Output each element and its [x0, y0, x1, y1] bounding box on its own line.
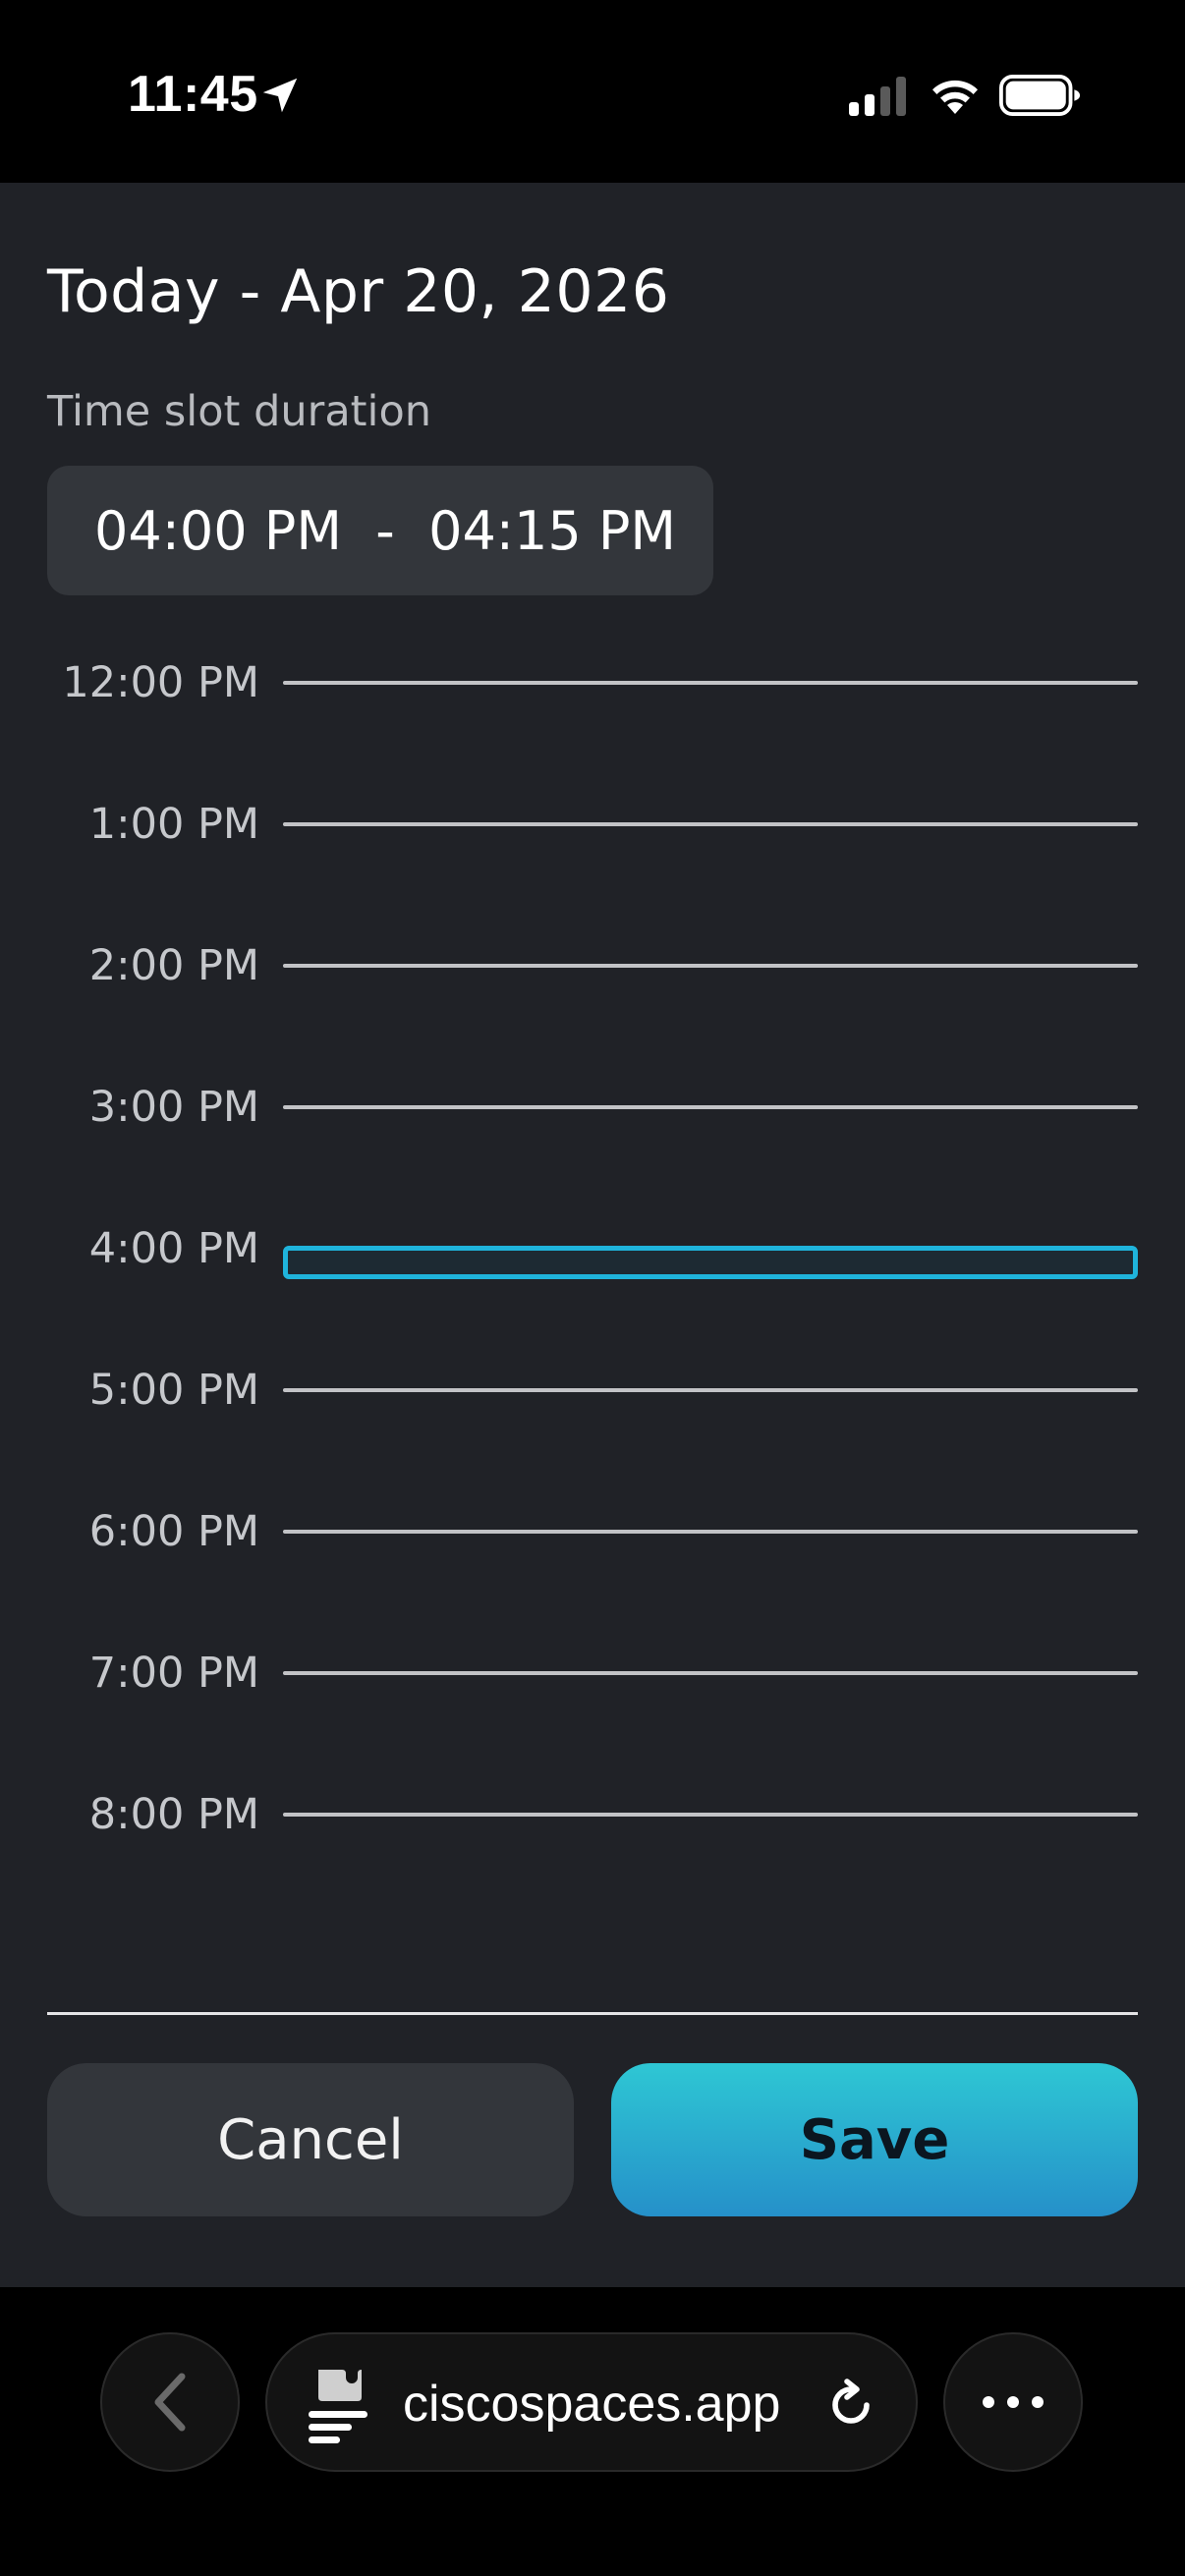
- hour-row-5pm[interactable]: 5:00 PM: [0, 1361, 1185, 1420]
- hour-label: 12:00 PM: [62, 658, 259, 707]
- back-chevron-icon: [154, 2373, 186, 2432]
- page-icon: [309, 2370, 367, 2443]
- selected-time-slot[interactable]: [283, 1246, 1138, 1279]
- hour-row-6pm[interactable]: 6:00 PM: [0, 1502, 1185, 1561]
- hour-label: 8:00 PM: [88, 1790, 259, 1839]
- status-bar: 11:45: [0, 0, 1185, 183]
- save-button[interactable]: Save: [611, 2063, 1138, 2216]
- hour-line: [283, 1388, 1138, 1392]
- hour-label: 5:00 PM: [88, 1366, 259, 1415]
- hour-label: 3:00 PM: [88, 1083, 259, 1132]
- battery-icon: [999, 75, 1081, 116]
- browser-toolbar: ciscospaces.app: [0, 2287, 1185, 2576]
- hour-line: [283, 1671, 1138, 1675]
- hour-row-12pm[interactable]: 12:00 PM: [0, 653, 1185, 712]
- location-arrow-icon: [262, 78, 298, 113]
- reload-icon[interactable]: [823, 2378, 878, 2433]
- cellular-signal-icon: [849, 77, 906, 116]
- action-divider: [47, 2012, 1138, 2015]
- hour-line: [283, 822, 1138, 826]
- url-text: ciscospaces.app: [403, 2376, 781, 2433]
- address-bar[interactable]: ciscospaces.app: [265, 2332, 918, 2472]
- hour-timeline: 12:00 PM 1:00 PM 2:00 PM 3:00 PM 4:00 PM…: [0, 183, 1185, 2287]
- hour-line: [283, 964, 1138, 968]
- hour-label: 4:00 PM: [88, 1224, 259, 1273]
- hour-row-3pm[interactable]: 3:00 PM: [0, 1078, 1185, 1137]
- cancel-button[interactable]: Cancel: [47, 2063, 574, 2216]
- time-slot-sheet: Today - Apr 20, 2026 Time slot duration …: [0, 183, 1185, 2287]
- hour-line: [283, 1813, 1138, 1817]
- wifi-icon: [932, 80, 978, 114]
- status-time: 11:45: [128, 66, 258, 123]
- more-options-button[interactable]: [943, 2332, 1083, 2472]
- hour-label: 2:00 PM: [88, 941, 259, 990]
- hour-label: 1:00 PM: [88, 800, 259, 849]
- more-icon: [983, 2396, 1044, 2408]
- hour-row-8pm[interactable]: 8:00 PM: [0, 1785, 1185, 1844]
- hour-label: 7:00 PM: [88, 1649, 259, 1698]
- hour-label: 6:00 PM: [88, 1507, 259, 1556]
- back-button[interactable]: [100, 2332, 240, 2472]
- hour-line: [283, 1530, 1138, 1534]
- hour-line: [283, 681, 1138, 685]
- hour-row-7pm[interactable]: 7:00 PM: [0, 1644, 1185, 1703]
- hour-line: [283, 1105, 1138, 1109]
- hour-row-1pm[interactable]: 1:00 PM: [0, 795, 1185, 854]
- hour-row-2pm[interactable]: 2:00 PM: [0, 936, 1185, 995]
